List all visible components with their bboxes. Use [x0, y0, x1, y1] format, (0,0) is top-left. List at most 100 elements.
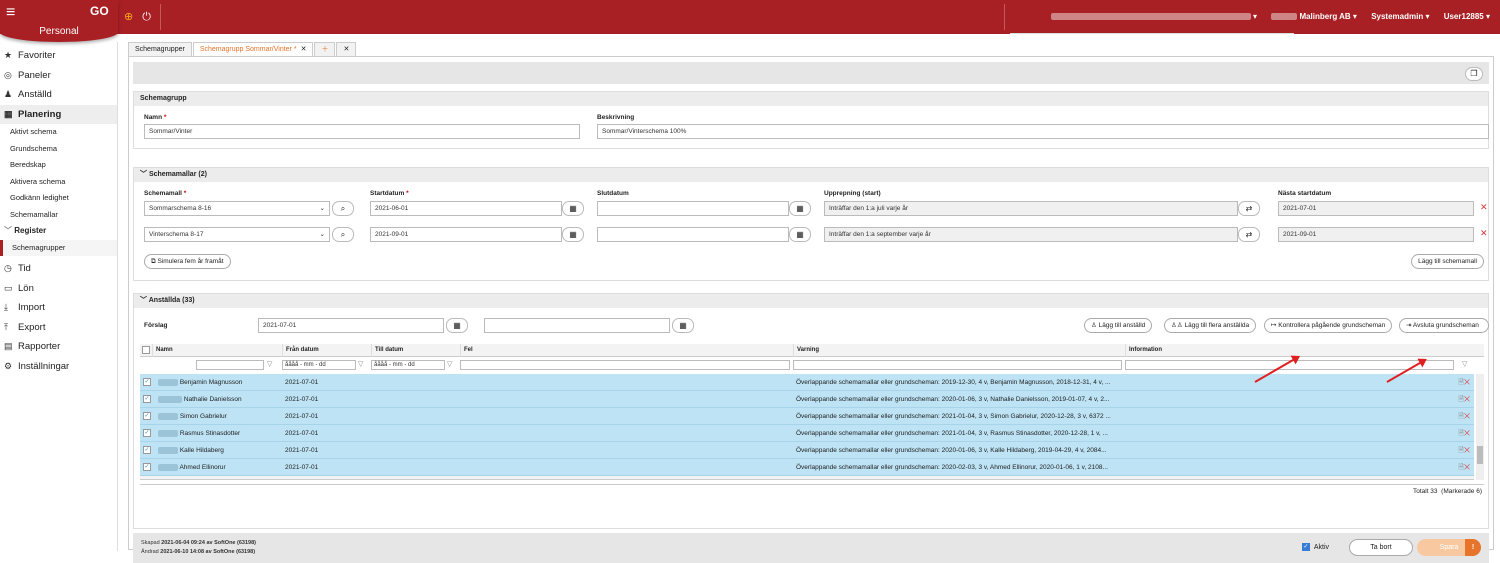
user-menu[interactable]: User12885 ▾ [1444, 12, 1490, 21]
column-header-namn[interactable]: Namn [152, 344, 282, 357]
row-checkbox[interactable]: ✓ [143, 446, 151, 454]
copy-icon[interactable]: ❐ [1465, 67, 1483, 81]
forslag-date2-input[interactable] [484, 318, 670, 333]
sidebar-sub-grundschema[interactable]: Grundschema [0, 141, 117, 158]
role-menu[interactable]: Systemadmin ▾ [1371, 12, 1429, 21]
delete-icon[interactable]: ✕ [1464, 430, 1470, 437]
hamburger-icon[interactable]: ≡ [6, 5, 15, 21]
calendar-icon[interactable]: ▦ [789, 227, 811, 242]
close-icon[interactable]: ✕ [301, 46, 307, 53]
calendar-icon[interactable]: ▦ [672, 318, 694, 333]
column-header-till-datum[interactable]: Till datum [371, 344, 460, 357]
schemamall-select[interactable]: Vinterschema 8-17 ⌄ [144, 227, 330, 242]
filter-icon[interactable]: ▽ [1462, 360, 1467, 368]
add-employee-button[interactable]: ♙ Lägg till anställd [1084, 318, 1153, 333]
sidebar-sub-aktivera-schema[interactable]: Aktivera schema [0, 174, 117, 191]
slutdatum-input[interactable] [597, 201, 789, 216]
schemamall-select[interactable]: Sommarschema 8-16 ⌄ [144, 201, 330, 216]
sidebar-item-tid[interactable]: ◷ Tid [0, 259, 117, 279]
scrollbar-thumb[interactable] [1477, 446, 1483, 464]
filter-varning-input[interactable] [793, 360, 1122, 370]
delete-icon[interactable]: ✕ [1464, 464, 1470, 471]
name-input[interactable]: Sommar/Vinter [144, 124, 580, 139]
simulate-button[interactable]: ⧉ Simulera fem år framåt [144, 254, 231, 269]
description-input[interactable]: Sommar/Vinterschema 100% [597, 124, 1489, 139]
sidebar-item-rapporter[interactable]: ▤ Rapporter [0, 337, 117, 357]
check-schedules-button[interactable]: ↦ Kontrollera pågående grundscheman [1264, 318, 1393, 333]
aktiv-checkbox[interactable]: ✓ Aktiv [1301, 543, 1329, 551]
sidebar-sub-aktivt-schema[interactable]: Aktivt schema [0, 124, 117, 141]
row-checkbox[interactable]: ✓ [143, 412, 151, 420]
section-header[interactable]: ﹀ Anställda (33) [134, 294, 1488, 308]
sidebar-sub-schemamallar[interactable]: Schemamallar [0, 207, 117, 224]
filter-till-datum-input[interactable]: åååå - mm - dd [371, 360, 445, 370]
sidebar-item-import[interactable]: ⤓ Import [0, 298, 117, 318]
sidebar-sub-schemagrupper[interactable]: Schemagrupper [0, 239, 117, 256]
delete-icon[interactable]: ✕ [1464, 379, 1470, 386]
add-schemamall-button[interactable]: Lägg till schemamall [1411, 254, 1484, 269]
tab-schemagrupp-sommar-vinter[interactable]: Schemagrupp Sommar/Vinter * ✕ [192, 42, 314, 56]
company-menu[interactable]: Malinberg AB ▾ [1271, 12, 1357, 21]
row-checkbox[interactable]: ✓ [143, 429, 151, 437]
filter-icon[interactable]: ▽ [358, 360, 363, 368]
repeat-icon[interactable]: ⇄ [1238, 201, 1260, 216]
end-schedules-button[interactable]: ⇥ Avsluta grundscheman [1399, 318, 1489, 333]
calendar-icon[interactable]: ▦ [446, 318, 468, 333]
new-tab-button[interactable]: ＋ [314, 42, 336, 56]
delete-icon[interactable]: ✕ [1480, 228, 1488, 239]
column-header-fel[interactable]: Fel [460, 344, 793, 357]
column-header-varning[interactable]: Varning [793, 344, 1125, 357]
sidebar-sub-godkann-ledighet[interactable]: Godkänn ledighet [0, 190, 117, 207]
sidebar-item-export[interactable]: ⤒ Export [0, 318, 117, 338]
table-row[interactable]: ✓ Benjamin Magnusson 2021-07-01 Överlapp… [140, 374, 1474, 391]
search-icon[interactable]: ⌕ [332, 201, 354, 216]
table-scrollbar[interactable] [1476, 374, 1484, 480]
filter-icon[interactable]: ▽ [447, 360, 452, 368]
table-row[interactable]: ✓ Ahmed Ellinorur 2021-07-01 Överlappand… [140, 459, 1474, 476]
row-checkbox[interactable]: ✓ [143, 395, 151, 403]
delete-icon[interactable]: ✕ [1464, 447, 1470, 454]
startdatum-input[interactable]: 2021-06-01 [370, 201, 562, 216]
calendar-icon[interactable]: ▦ [562, 201, 584, 216]
save-button[interactable]: Spara! [1417, 539, 1481, 556]
delete-icon[interactable]: ✕ [1480, 202, 1488, 213]
search-icon[interactable]: ⌕ [332, 227, 354, 242]
table-row[interactable]: ✓ Kalle Hildaberg 2021-07-01 Överlappand… [140, 442, 1474, 459]
filter-fran-datum-input[interactable]: åååå - mm - dd [282, 360, 356, 370]
row-checkbox[interactable]: ✓ [143, 378, 151, 386]
filter-namn-input[interactable] [196, 360, 264, 370]
sidebar-item-favoriter[interactable]: ★ Favoriter [0, 46, 117, 66]
calendar-icon[interactable]: ▦ [789, 201, 811, 216]
row-checkbox[interactable]: ✓ [143, 463, 151, 471]
slutdatum-input[interactable] [597, 227, 789, 242]
sidebar-item-planering[interactable]: ▦ Planering [0, 104, 117, 124]
table-row[interactable]: ✓ Simon Gabrielur 2021-07-01 Överlappand… [140, 408, 1474, 425]
table-row[interactable]: ✓ Rasmus Stinasdotter 2021-07-01 Överlap… [140, 425, 1474, 442]
add-many-employees-button[interactable]: ♙♙ Lägg till flera anställda [1164, 318, 1257, 333]
sidebar-item-installningar[interactable]: ⚙ Inställningar [0, 357, 117, 377]
repeat-icon[interactable]: ⇄ [1238, 227, 1260, 242]
tab-schemagrupper[interactable]: Schemagrupper [128, 42, 192, 56]
filter-icon[interactable]: ▽ [267, 360, 272, 368]
section-header[interactable]: ﹀ Schemamallar (2) [134, 168, 1488, 182]
sidebar-item-lon[interactable]: ▭ Lön [0, 279, 117, 299]
table-row[interactable]: ✓ Nathalie Danielsson 2021-07-01 Överlap… [140, 391, 1474, 408]
delete-button[interactable]: Ta bort [1349, 539, 1413, 556]
sidebar-group-register[interactable]: ﹀ Register [0, 223, 117, 240]
sidebar-item-anstalld[interactable]: ♟ Anställd [0, 85, 117, 105]
select-all-checkbox[interactable] [140, 344, 152, 357]
delete-icon[interactable]: ✕ [1464, 413, 1470, 420]
close-all-tabs-button[interactable]: ✕ [336, 42, 357, 56]
column-header-fran-datum[interactable]: Från datum [282, 344, 371, 357]
sidebar-item-paneler[interactable]: ◎ Paneler [0, 66, 117, 86]
globe-icon[interactable]: ⊕ [124, 11, 133, 23]
startdatum-input[interactable]: 2021-09-01 [370, 227, 562, 242]
forslag-date-input[interactable]: 2021-07-01 [258, 318, 444, 333]
power-icon[interactable]: ⏻ [142, 11, 151, 23]
upprepning-input[interactable]: Inträffar den 1:a juli varje år [824, 201, 1238, 216]
filter-fel-input[interactable] [460, 360, 790, 370]
calendar-icon[interactable]: ▦ [562, 227, 584, 242]
upprepning-input[interactable]: Inträffar den 1:a september varje år [824, 227, 1238, 242]
delete-icon[interactable]: ✕ [1464, 396, 1470, 403]
blurred-account-menu[interactable]: ▾ [1050, 12, 1257, 21]
